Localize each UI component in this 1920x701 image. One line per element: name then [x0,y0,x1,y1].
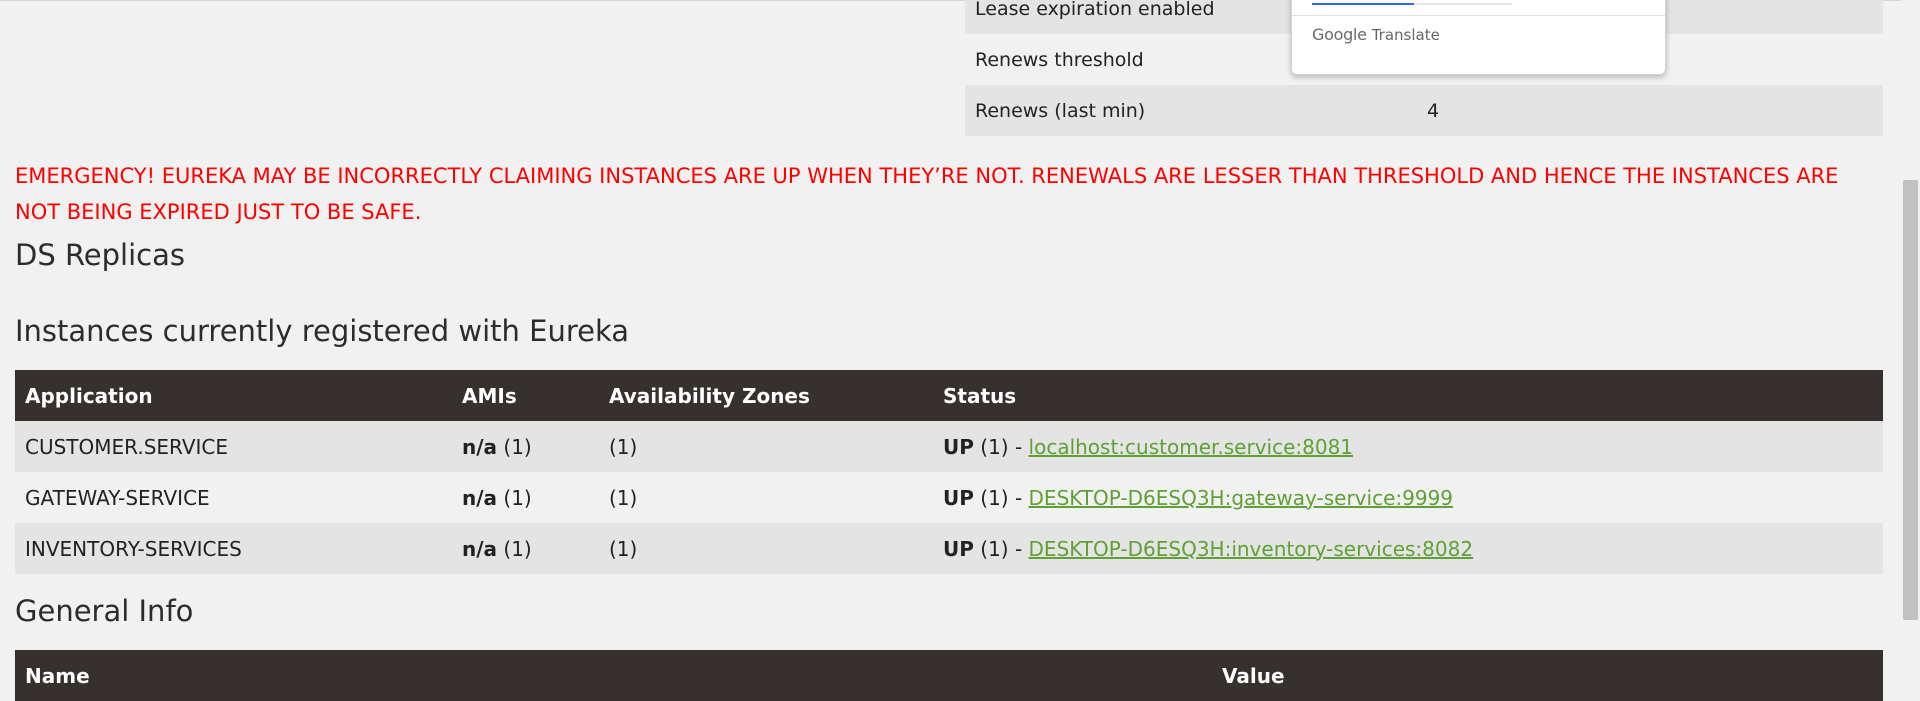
instance-link[interactable]: DESKTOP-D6ESQ3H:inventory-services:8082 [1029,537,1474,561]
status-value: UP [943,536,974,561]
status-count: (1) - [973,485,1029,510]
instance-link[interactable]: localhost:customer.service:8081 [1029,435,1354,459]
divider [1292,15,1665,16]
column-header-availability-zones: Availability Zones [599,370,933,421]
ds-replicas-heading: DS Replicas [15,238,185,272]
ami-count: (1) [497,434,532,459]
status-count: (1) - [973,434,1029,459]
ami-count: (1) [497,536,532,561]
amis-cell: n/a (1) [452,523,599,574]
lease-value: 4 [1395,85,1883,136]
translate-wordmark: Translate [1371,26,1440,44]
ami-count: (1) [497,485,532,510]
amis-cell: n/a (1) [452,421,599,472]
table-row: Renews (last min) 4 [965,85,1883,136]
table-row: CUSTOMER.SERVICE n/a (1) (1) UP (1) - lo… [15,421,1883,472]
status-value: UP [943,434,974,459]
status-value: UP [943,485,974,510]
general-info-heading: General Info [15,594,194,628]
zones-cell: (1) [599,421,933,472]
table-header-row: Application AMIs Availability Zones Stat… [15,370,1883,421]
translate-progress-bar [1312,3,1512,5]
status-cell: UP (1) - DESKTOP-D6ESQ3H:gateway-service… [933,472,1883,523]
column-header-amis: AMIs [452,370,599,421]
column-header-name: Name [15,650,1212,701]
ami-value: n/a [462,536,498,561]
column-header-application: Application [15,370,452,421]
application-cell: CUSTOMER.SERVICE [15,421,452,472]
scrollbar-thumb[interactable] [1903,180,1918,620]
status-cell: UP (1) - localhost:customer.service:8081 [933,421,1883,472]
general-info-table: Name Value [15,650,1883,701]
status-count: (1) - [973,536,1029,561]
ami-value: n/a [462,485,498,510]
table-row: INVENTORY-SERVICES n/a (1) (1) UP (1) - … [15,523,1883,574]
page-scrollbar[interactable] [1901,0,1920,697]
column-header-status: Status [933,370,1883,421]
instance-link[interactable]: DESKTOP-D6ESQ3H:gateway-service:9999 [1029,486,1453,510]
emergency-warning: EMERGENCY! EUREKA MAY BE INCORRECTLY CLA… [15,164,1839,224]
table-row: GATEWAY-SERVICE n/a (1) (1) UP (1) - DES… [15,472,1883,523]
lease-name: Renews (last min) [965,85,1395,136]
google-translate-logo: Google Translate [1312,25,1440,44]
google-translate-popup[interactable]: Google Translate [1291,0,1666,75]
ami-value: n/a [462,434,498,459]
status-cell: UP (1) - DESKTOP-D6ESQ3H:inventory-servi… [933,523,1883,574]
instances-table: Application AMIs Availability Zones Stat… [15,370,1883,574]
application-cell: GATEWAY-SERVICE [15,472,452,523]
application-cell: INVENTORY-SERVICES [15,523,452,574]
zones-cell: (1) [599,472,933,523]
column-header-value: Value [1212,650,1883,701]
google-wordmark: Google [1312,25,1367,44]
table-header-row: Name Value [15,650,1883,701]
amis-cell: n/a (1) [452,472,599,523]
zones-cell: (1) [599,523,933,574]
instances-heading: Instances currently registered with Eure… [15,314,630,348]
